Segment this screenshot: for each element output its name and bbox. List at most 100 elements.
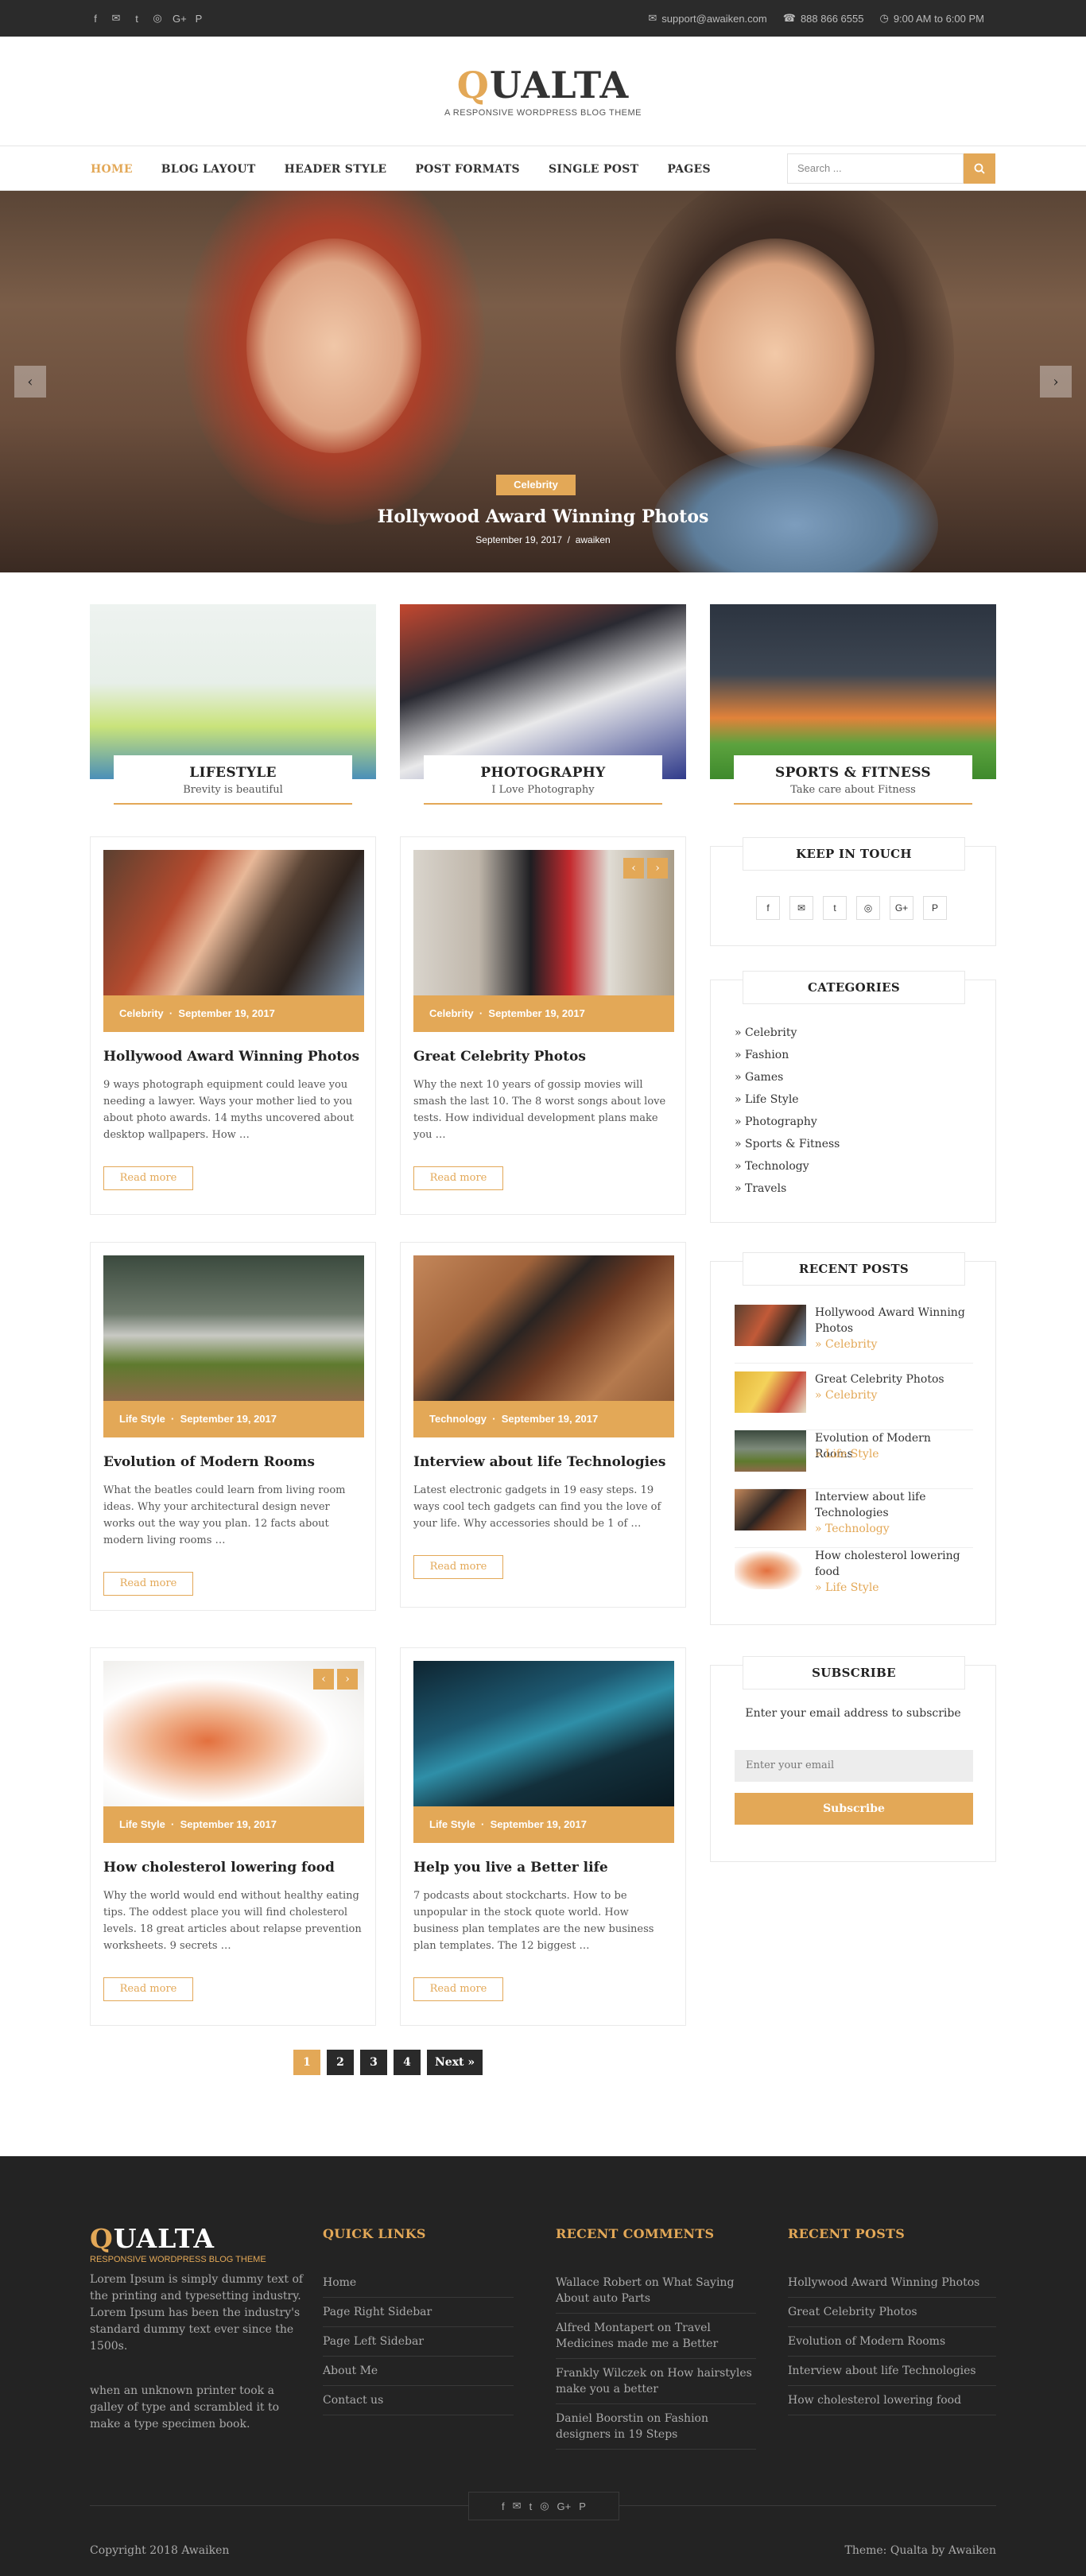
page-4-button[interactable]: 4 (394, 2050, 421, 2075)
category-link[interactable]: Celebrity (735, 1022, 840, 1044)
instagram-icon[interactable]: ◎ (152, 12, 163, 25)
post-image[interactable] (103, 1255, 364, 1401)
next-page-button[interactable]: Next » (427, 2050, 483, 2075)
email-icon[interactable]: ✉ (789, 896, 813, 920)
post-title[interactable]: How cholesterol lowering food (103, 1860, 364, 1876)
recent-post-category[interactable]: » Celebrity (815, 1389, 877, 1402)
nav-blog-layout[interactable]: BLOG LAYOUT (161, 163, 256, 176)
subscribe-email-input[interactable]: Enter your email (735, 1750, 973, 1782)
contact-email[interactable]: support@awaiken.com (661, 13, 766, 25)
recent-post-item[interactable]: Interview about life Technologies » Tech… (735, 1489, 973, 1548)
post-category[interactable]: Life Style (429, 1818, 475, 1830)
category-link[interactable]: Sports & Fitness (735, 1133, 840, 1155)
footer-post-link[interactable]: Evolution of Modern Rooms (788, 2327, 996, 2357)
nav-single-post[interactable]: SINGLE POST (549, 163, 638, 176)
recent-post-category[interactable]: » Technology (815, 1523, 890, 1535)
gallery-prev-button[interactable]: ‹ (313, 1669, 334, 1690)
featured-photography[interactable]: PHOTOGRAPHY I Love Photography (400, 604, 686, 805)
recent-post-thumb[interactable] (735, 1548, 806, 1589)
footer-comment-link[interactable]: Daniel Boorstin on Fashion designers in … (556, 2404, 756, 2450)
read-more-button[interactable]: Read more (413, 1977, 503, 2001)
footer-comment-link[interactable]: Alfred Montapert on Travel Medicines mad… (556, 2314, 756, 2359)
nav-post-formats[interactable]: POST FORMATS (415, 163, 520, 176)
nav-pages[interactable]: PAGES (667, 163, 711, 176)
footer-post-link[interactable]: Interview about life Technologies (788, 2357, 996, 2386)
recent-post-item[interactable]: Evolution of Modern Rooms » Life Style (735, 1430, 973, 1489)
page-2-button[interactable]: 2 (327, 2050, 354, 2075)
google-plus-icon[interactable]: G+ (890, 896, 913, 920)
post-image[interactable]: ‹ › (413, 850, 674, 995)
theme-credit-link[interactable]: Theme: Qualta by Awaiken (844, 2544, 996, 2557)
instagram-icon[interactable]: ◎ (856, 896, 880, 920)
slider-prev-button[interactable]: ‹ (14, 366, 46, 398)
recent-post-category[interactable]: » Celebrity (815, 1338, 877, 1351)
slider-next-button[interactable]: › (1040, 366, 1072, 398)
email-icon[interactable]: ✉ (513, 2500, 522, 2512)
twitter-icon[interactable]: t (823, 896, 847, 920)
facebook-icon[interactable]: f (756, 896, 780, 920)
pinterest-icon[interactable]: P (579, 2500, 586, 2512)
twitter-icon[interactable]: t (131, 13, 142, 25)
twitter-icon[interactable]: t (529, 2500, 533, 2512)
post-category[interactable]: Technology (429, 1413, 487, 1425)
recent-post-thumb[interactable] (735, 1305, 806, 1346)
hero-title[interactable]: Hollywood Award Winning Photos (0, 506, 1086, 527)
category-link[interactable]: Photography (735, 1111, 840, 1133)
recent-post-title[interactable]: Interview about life Technologies (815, 1489, 970, 1521)
category-link[interactable]: Fashion (735, 1044, 840, 1066)
recent-post-thumb[interactable] (735, 1430, 806, 1472)
facebook-icon[interactable]: f (502, 2500, 505, 2512)
search-input[interactable]: Search ... (787, 153, 964, 184)
post-category[interactable]: Celebrity (429, 1007, 474, 1019)
recent-post-category[interactable]: » Life Style (815, 1581, 879, 1594)
site-logo[interactable]: QUALTA (0, 64, 1086, 107)
read-more-button[interactable]: Read more (413, 1166, 503, 1190)
recent-post-item[interactable]: How cholesterol lowering food » Life Sty… (735, 1548, 973, 1607)
category-link[interactable]: Games (735, 1066, 840, 1088)
footer-comment-link[interactable]: Frankly Wilczek on How hairstyles make y… (556, 2359, 756, 2404)
read-more-button[interactable]: Read more (103, 1572, 193, 1596)
footer-logo[interactable]: QUALTA (90, 2223, 215, 2254)
facebook-icon[interactable]: f (90, 13, 101, 25)
nav-home[interactable]: HOME (91, 163, 133, 176)
post-image[interactable]: ‹ › (103, 1661, 364, 1806)
post-title[interactable]: Evolution of Modern Rooms (103, 1454, 364, 1470)
post-image[interactable] (413, 1661, 674, 1806)
gallery-next-button[interactable]: › (337, 1669, 358, 1690)
footer-link[interactable]: Page Left Sidebar (323, 2327, 514, 2357)
post-title[interactable]: Great Celebrity Photos (413, 1049, 674, 1065)
category-link[interactable]: Travels (735, 1177, 840, 1200)
post-image[interactable] (413, 1255, 674, 1401)
pinterest-icon[interactable]: P (923, 896, 947, 920)
google-plus-icon[interactable]: G+ (173, 13, 187, 25)
recent-post-title[interactable]: How cholesterol lowering food (815, 1548, 970, 1580)
post-title[interactable]: Interview about life Technologies (413, 1454, 674, 1470)
post-title[interactable]: Hollywood Award Winning Photos (103, 1049, 364, 1065)
post-category[interactable]: Celebrity (119, 1007, 164, 1019)
gallery-next-button[interactable]: › (647, 858, 668, 879)
read-more-button[interactable]: Read more (103, 1977, 193, 2001)
category-link[interactable]: Technology (735, 1155, 840, 1177)
footer-comment-link[interactable]: Wallace Robert on What Saying About auto… (556, 2268, 756, 2314)
category-link[interactable]: Life Style (735, 1088, 840, 1111)
recent-post-title[interactable]: Great Celebrity Photos (815, 1371, 970, 1387)
footer-link[interactable]: Contact us (323, 2386, 514, 2415)
subscribe-button[interactable]: Subscribe (735, 1793, 973, 1825)
post-title[interactable]: Help you live a Better life (413, 1860, 674, 1876)
gallery-prev-button[interactable]: ‹ (623, 858, 644, 879)
post-category[interactable]: Life Style (119, 1413, 165, 1425)
hero-category-badge[interactable]: Celebrity (496, 475, 576, 495)
google-plus-icon[interactable]: G+ (557, 2500, 572, 2512)
recent-post-category[interactable]: » Life Style (815, 1448, 879, 1461)
recent-post-thumb[interactable] (735, 1371, 806, 1413)
footer-link[interactable]: Home (323, 2268, 514, 2298)
search-button[interactable] (964, 153, 995, 184)
recent-post-thumb[interactable] (735, 1489, 806, 1530)
featured-lifestyle[interactable]: LIFESTYLE Brevity is beautiful (90, 604, 376, 805)
post-image[interactable] (103, 850, 364, 995)
footer-link[interactable]: Page Right Sidebar (323, 2298, 514, 2327)
footer-post-link[interactable]: Hollywood Award Winning Photos (788, 2268, 996, 2298)
page-1-button[interactable]: 1 (293, 2050, 320, 2075)
footer-post-link[interactable]: How cholesterol lowering food (788, 2386, 996, 2415)
recent-post-item[interactable]: Great Celebrity Photos » Celebrity (735, 1371, 973, 1430)
